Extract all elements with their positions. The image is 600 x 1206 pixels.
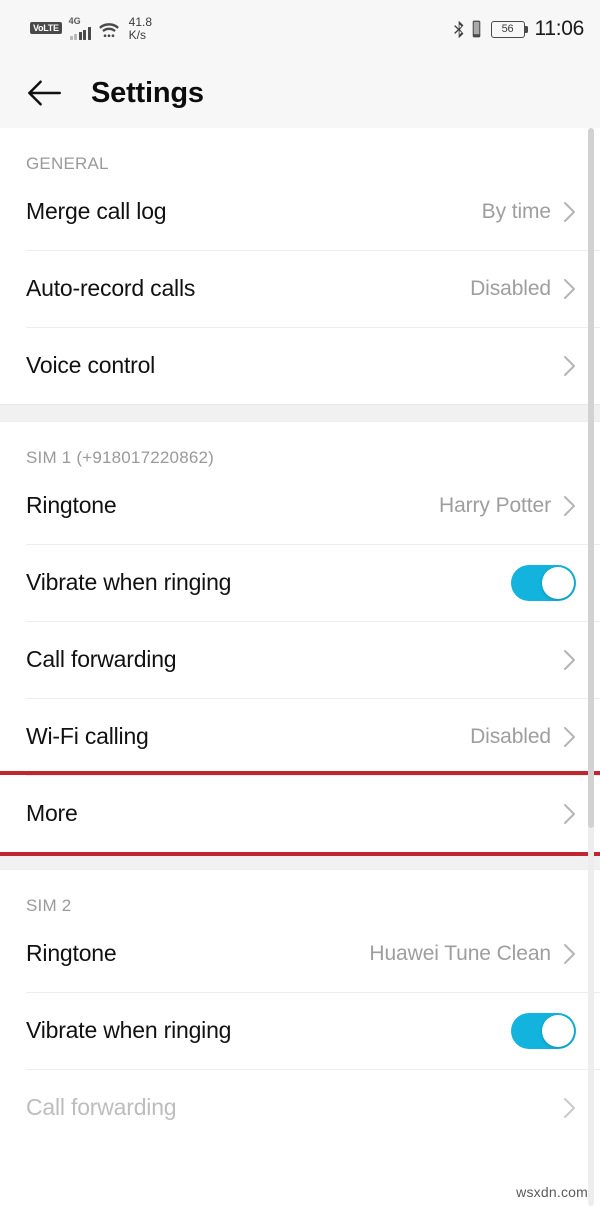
clock-label: 11:06 [534,17,585,40]
vibrate-icon [471,20,482,38]
row-value: By time [481,199,551,223]
status-bar: VoLTE 4G 41.8 K/s 56 11:06 [0,0,600,58]
toggle-knob [542,1014,574,1047]
section-divider [0,404,600,422]
row-value: Huawei Tune Clean [369,941,551,965]
scrollbar[interactable] [588,128,594,1206]
chevron-right-icon [563,943,576,965]
vibrate-toggle-switch[interactable] [511,564,576,601]
row-label: Wi-Fi calling [26,723,149,749]
settings-row-voice-control[interactable]: Voice control [0,327,600,404]
volte-badge-icon: VoLTE [30,22,62,34]
toggle-knob [542,566,574,599]
row-label: More [26,800,78,826]
status-bar-left: VoLTE 4G 41.8 K/s [30,16,152,42]
page-title: Settings [91,76,204,109]
section-header-sim1: SIM 1 (+918017220862) [26,448,215,467]
chevron-right-icon [563,1097,576,1119]
battery-percent-label: 56 [501,22,514,35]
vibrate-toggle-switch[interactable] [511,1012,576,1049]
chevron-right-icon [563,649,576,671]
watermark-label: wsxdn.com [516,1184,588,1200]
settings-row-sim1-wifi-calling[interactable]: Wi-Fi calling Disabled [0,698,600,775]
chevron-right-icon [563,726,576,748]
settings-row-merge-call-log[interactable]: Merge call log By time [0,173,600,250]
scrollbar-thumb[interactable] [588,128,594,828]
settings-list: GENERAL Merge call log By time Auto-reco… [0,128,600,1146]
row-label: Vibrate when ringing [26,569,232,595]
battery-icon: 56 [490,20,528,38]
network-speed-indicator: 41.8 K/s [129,16,152,42]
row-label: Ringtone [26,492,117,518]
chevron-right-icon [563,803,576,825]
chevron-right-icon [563,355,576,377]
row-value: Harry Potter [439,493,551,517]
bluetooth-icon [452,20,465,39]
settings-row-sim1-ringtone[interactable]: Ringtone Harry Potter [0,467,600,544]
section-header-sim2: SIM 2 [26,896,72,915]
row-label: Auto-record calls [26,275,196,301]
row-label: Vibrate when ringing [26,1017,232,1043]
chevron-right-icon [563,278,576,300]
row-label: Call forwarding [26,646,177,672]
section-divider [0,852,600,870]
chevron-right-icon [563,495,576,517]
chevron-right-icon [563,201,576,223]
settings-row-sim2-call-forwarding: Call forwarding [0,1069,600,1146]
settings-row-sim1-call-forwarding[interactable]: Call forwarding [0,621,600,698]
row-label: Ringtone [26,940,117,966]
row-label: Merge call log [26,198,167,224]
settings-row-sim2-vibrate-when-ringing[interactable]: Vibrate when ringing [0,992,600,1069]
row-label: Call forwarding [26,1094,177,1120]
row-label: Voice control [26,352,156,378]
settings-row-sim1-more[interactable]: More [0,771,600,856]
signal-bar-set [69,27,91,40]
settings-row-sim2-ringtone[interactable]: Ringtone Huawei Tune Clean [0,915,600,992]
section-header-general: GENERAL [26,154,109,173]
settings-row-auto-record-calls[interactable]: Auto-record calls Disabled [0,250,600,327]
status-bar-right: 56 11:06 [452,17,585,41]
signal-bars-icon: 4G [68,16,91,40]
app-bar: Settings [0,58,600,128]
network-speed-unit: K/s [128,28,147,42]
row-value: Disabled [470,724,551,748]
back-arrow-icon[interactable] [24,73,64,113]
row-value: Disabled [470,276,551,300]
settings-row-sim1-vibrate-when-ringing[interactable]: Vibrate when ringing [0,544,600,621]
wifi-icon [98,21,120,39]
network-type-label: 4G [68,16,81,26]
